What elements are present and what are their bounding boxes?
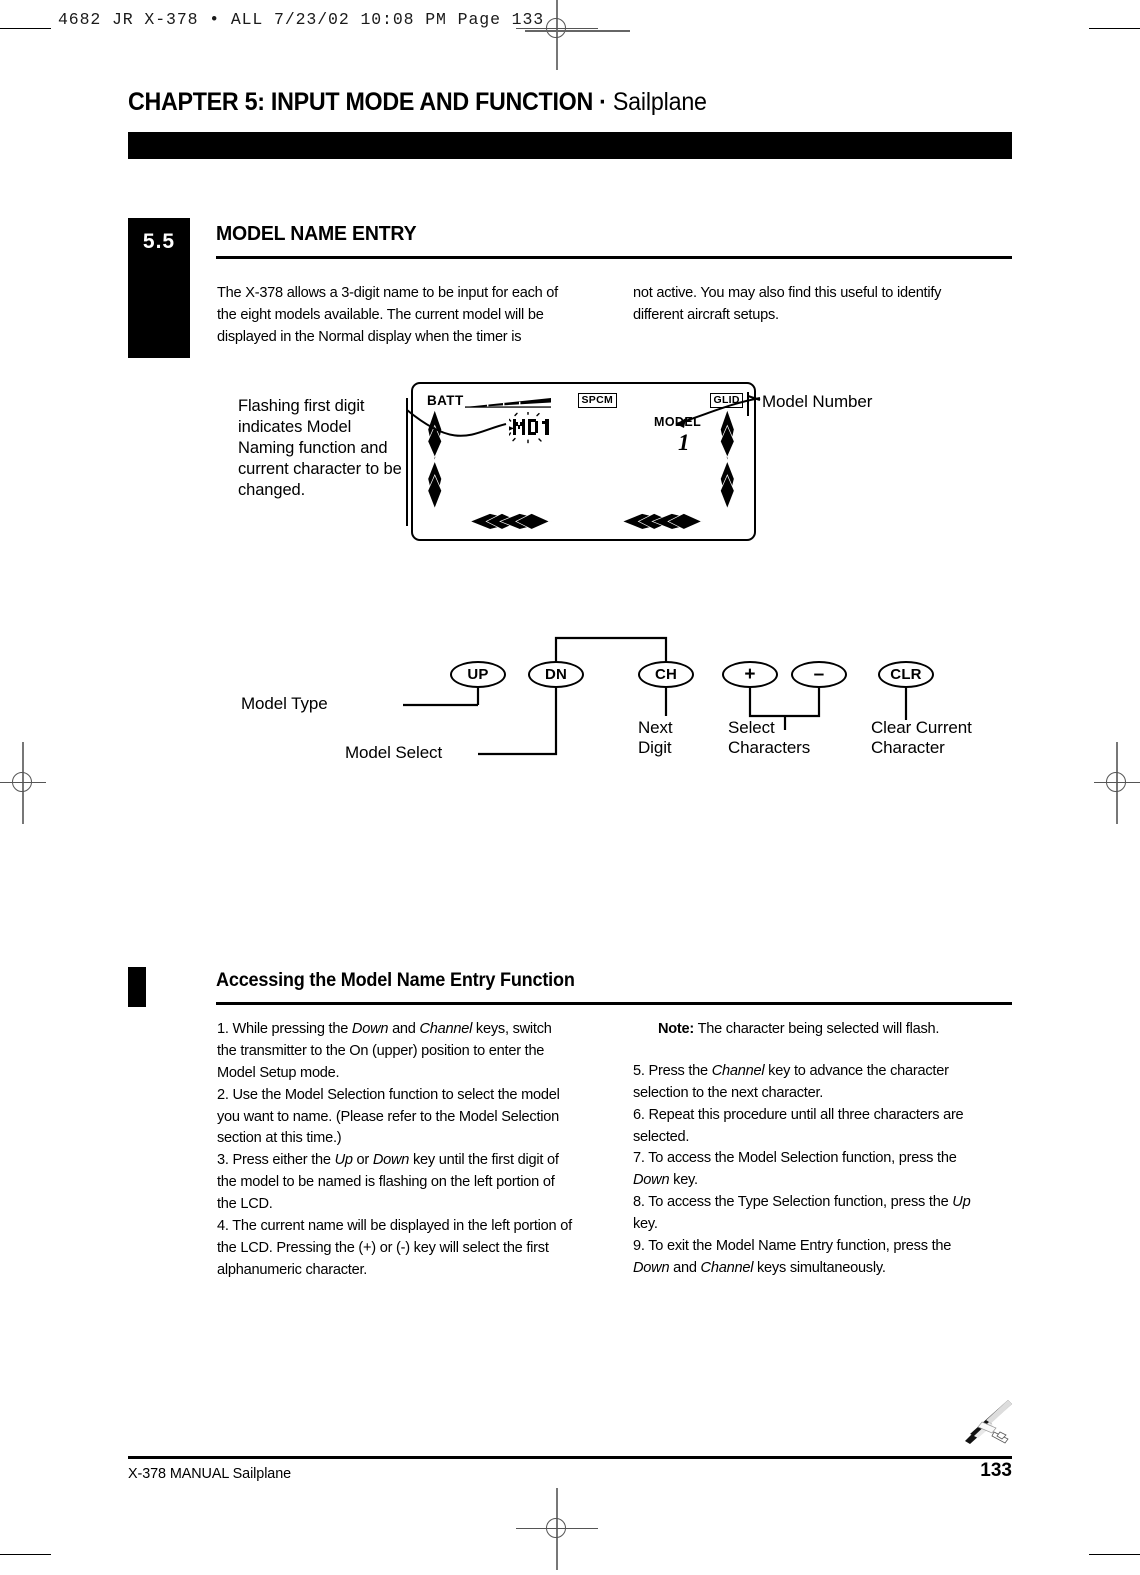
label-next-digit: Next Digit xyxy=(638,718,673,759)
step-item: 2. Use the Model Selection function to s… xyxy=(217,1085,560,1147)
footer-rule xyxy=(128,1456,1012,1459)
registration-mark-left xyxy=(0,742,46,824)
label-clear-current-line2: Character xyxy=(871,738,945,758)
intro-left-text: The X-378 allows a 3-digit name to be in… xyxy=(217,284,558,345)
section-heading: MODEL NAME ENTRY xyxy=(216,222,417,245)
step-item: 1. While pressing the Down and Channel k… xyxy=(217,1020,552,1081)
step-item: 7. To access the Model Selection functio… xyxy=(633,1149,957,1189)
crop-mark-top-right xyxy=(1089,28,1140,81)
steps-column-right: Note: The character being selected will … xyxy=(633,1018,990,1279)
subsection-rule xyxy=(216,1002,1012,1005)
crop-mark-top-left xyxy=(0,28,51,81)
subsection-marker xyxy=(128,967,146,1007)
label-model-type: Model Type xyxy=(241,694,328,713)
callout-left-rule xyxy=(406,398,408,526)
label-select-characters: Select Characters xyxy=(728,718,810,759)
intro-paragraph-right: not active. You may also find this usefu… xyxy=(633,282,990,326)
label-select-characters-line2: Characters xyxy=(728,738,811,758)
ch-key[interactable]: CH xyxy=(638,661,694,688)
intro-paragraph-left: The X-378 allows a 3-digit name to be in… xyxy=(217,282,574,348)
crop-mark-bottom-left xyxy=(0,1502,51,1555)
step-item: 4. The current name will be displayed in… xyxy=(217,1217,572,1278)
footer-manual-name: X-378 MANUAL Sailplane xyxy=(128,1465,292,1482)
step-item: 3. Press either the Up or Down key until… xyxy=(217,1151,559,1213)
step-item: 8. To access the Type Selection function… xyxy=(633,1193,971,1233)
note-label: Note: xyxy=(657,1020,695,1037)
title-bar xyxy=(128,132,1012,159)
page-number: 133 xyxy=(980,1460,1012,1481)
label-next-digit-line1: Next xyxy=(638,718,673,737)
clr-key[interactable]: CLR xyxy=(878,661,934,688)
registration-mark-right xyxy=(1094,742,1140,824)
note-text: The character being selected will flash. xyxy=(694,1020,940,1037)
section-number-tab: 5.5 xyxy=(128,218,190,358)
page-content: CHAPTER 5: INPUT MODE AND FUNCTION · Sai… xyxy=(128,0,1012,1575)
label-model-select: Model Select xyxy=(345,743,443,762)
callout-model-number: Model Number xyxy=(762,392,873,411)
label-next-digit-line2: Digit xyxy=(638,738,672,758)
page-title: CHAPTER 5: INPUT MODE AND FUNCTION · Sai… xyxy=(128,88,707,117)
note-paragraph: Note: The character being selected will … xyxy=(658,1018,990,1040)
chapter-title-sub: Sailplane xyxy=(612,88,707,116)
chapter-title-separator: · xyxy=(592,88,613,116)
step-item: 6. Repeat this procedure until all three… xyxy=(633,1105,964,1145)
steps-column-left: 1. While pressing the Down and Channel k… xyxy=(217,1018,574,1281)
intro-right-text: not active. You may also find this usefu… xyxy=(633,284,942,323)
crop-mark-bottom-right xyxy=(1089,1502,1140,1555)
lcd-trim-indicator-graphics xyxy=(427,408,735,530)
dn-key[interactable]: DN xyxy=(528,661,584,688)
section-heading-rule xyxy=(216,256,1012,259)
step-item: 9. To exit the Model Name Entry function… xyxy=(633,1237,952,1276)
minus-key[interactable]: – xyxy=(791,661,847,688)
lcd-display-figure: BATT SPCM GLID MODEL 1 xyxy=(411,382,756,541)
label-clear-current-character: Clear Current Character xyxy=(871,718,972,759)
chapter-title-main: CHAPTER 5: INPUT MODE AND FUNCTION xyxy=(128,88,593,116)
label-select-characters-line1: Select xyxy=(728,718,775,737)
up-key[interactable]: UP xyxy=(450,661,506,688)
callout-flashing-digit: Flashing first digit indicates Model Nam… xyxy=(238,397,402,500)
key-function-diagram: UP DN CH + – CLR Model Type Model Select… xyxy=(223,630,1013,770)
label-clear-current-line1: Clear Current xyxy=(871,718,972,737)
step-item: 5. Press the Channel key to advance the … xyxy=(633,1061,949,1101)
note-spacer xyxy=(633,1040,990,1060)
plus-key[interactable]: + xyxy=(722,661,778,688)
section-number: 5.5 xyxy=(142,230,176,253)
subsection-heading: Accessing the Model Name Entry Function xyxy=(216,970,575,991)
sailplane-icon xyxy=(965,1400,1012,1444)
